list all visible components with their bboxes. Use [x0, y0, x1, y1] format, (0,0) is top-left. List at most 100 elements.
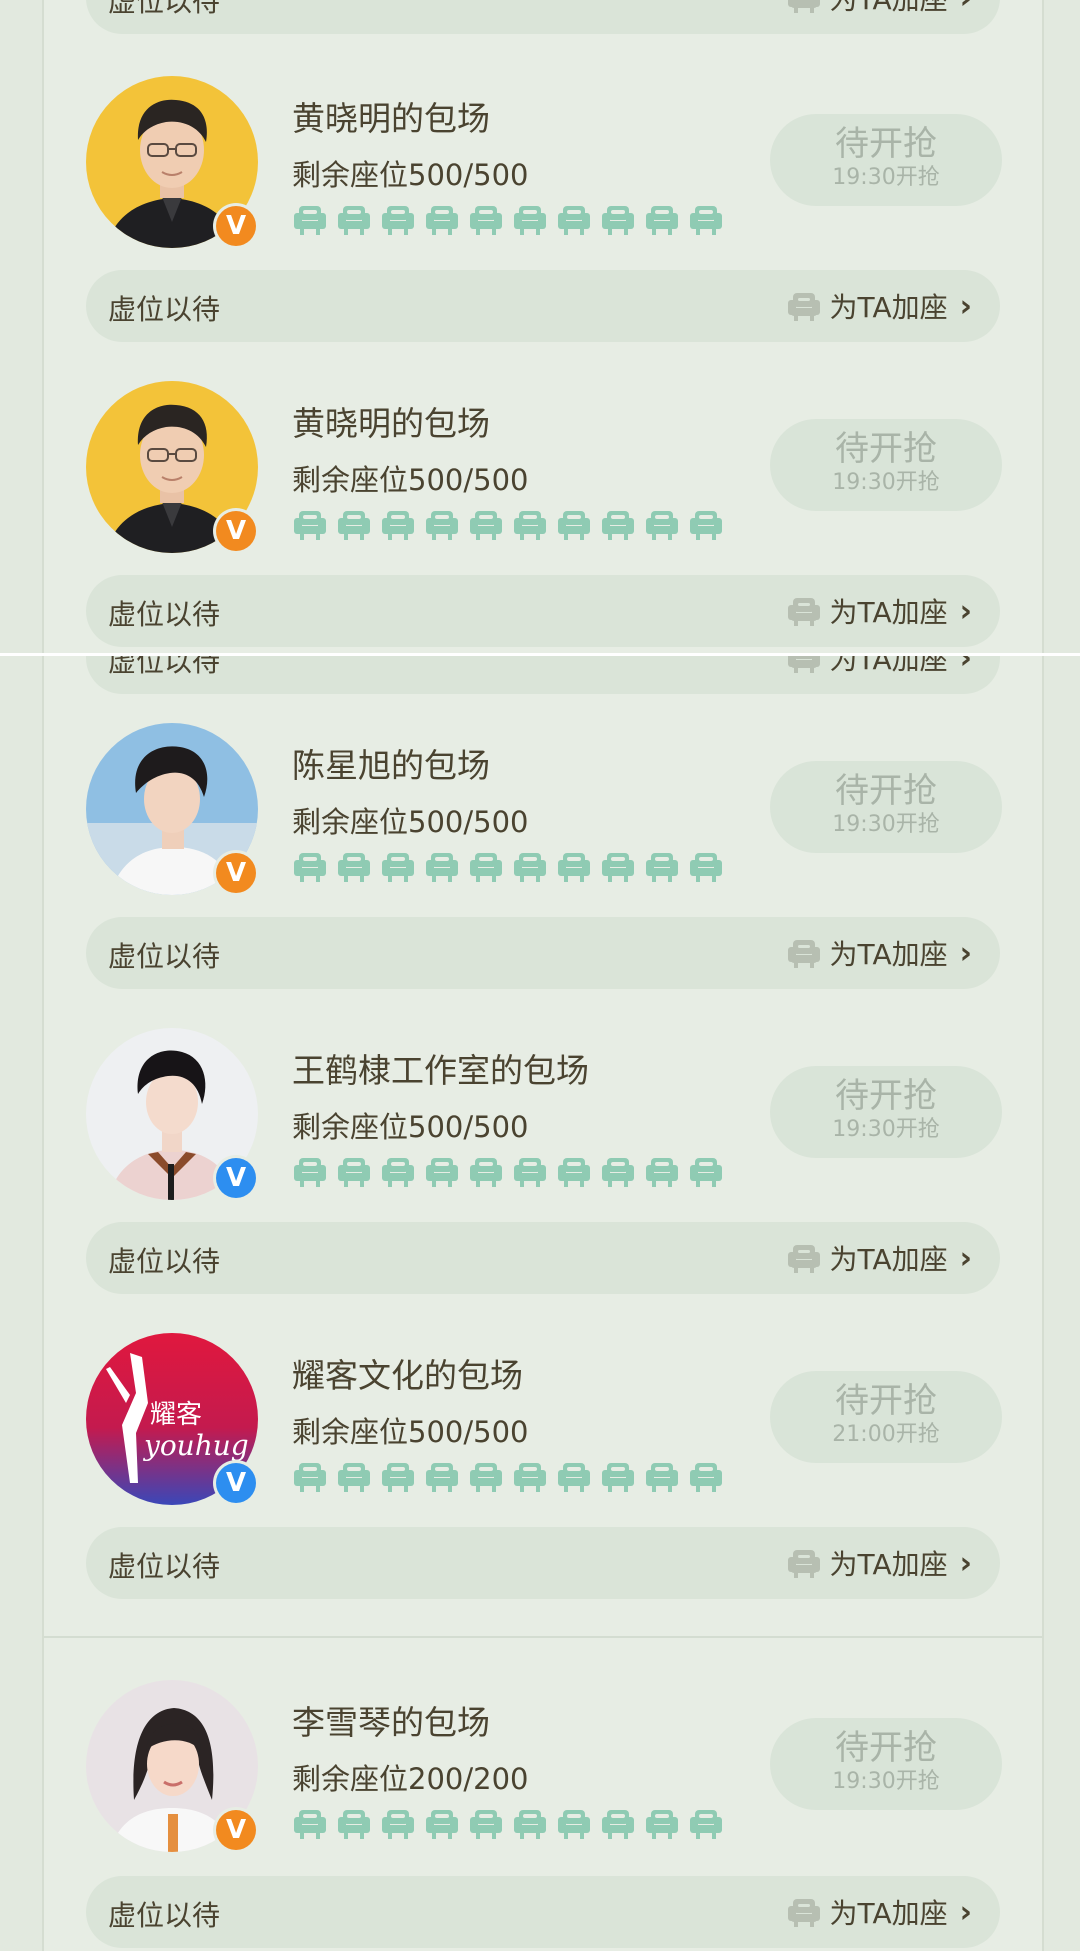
armchair-icon — [512, 1808, 548, 1840]
armchair-icon — [600, 851, 636, 883]
waiting-label: 虚位以待 — [108, 0, 221, 18]
armchair-icon — [644, 204, 680, 236]
add-seat-button[interactable]: 为TA加座 › — [786, 933, 972, 973]
armchair-icon — [292, 204, 328, 236]
armchair-icon — [644, 1461, 680, 1493]
verified-v-icon: V — [216, 1158, 256, 1198]
card-footer-strip[interactable]: 虚位以待 为TA加座 › — [86, 1222, 1000, 1294]
armchair-icon — [644, 1156, 680, 1188]
add-seat-label: 为TA加座 — [829, 1548, 948, 1581]
verified-v-icon: V — [216, 853, 256, 893]
previous-card-strip[interactable]: 虚位以待 为TA加座 › — [86, 0, 1000, 34]
armchair-icon — [688, 1156, 724, 1188]
logo-text-cn: 耀客 — [150, 1400, 202, 1430]
armchair-icon — [468, 851, 504, 883]
armchair-icon — [512, 204, 548, 236]
chevron-right-icon: › — [959, 1545, 972, 1581]
armchair-plus-icon — [786, 937, 822, 969]
chevron-right-icon: › — [959, 935, 972, 971]
armchair-plus-icon — [786, 1896, 822, 1928]
armchair-icon — [468, 1156, 504, 1188]
card-footer-strip[interactable]: 虚位以待 为TA加座 › — [86, 575, 1000, 647]
add-seat-button[interactable]: 为TA加座 › — [786, 286, 972, 326]
grab-status-button[interactable]: 待开抢 21:00开抢 — [770, 1371, 1002, 1463]
armchair-icon — [512, 1156, 548, 1188]
seat-icon-row — [292, 851, 724, 885]
armchair-icon — [688, 851, 724, 883]
armchair-icon — [600, 204, 636, 236]
grab-status-button[interactable]: 待开抢 19:30开抢 — [770, 114, 1002, 206]
status-label: 待开抢 — [835, 1381, 937, 1421]
start-time: 19:30开抢 — [832, 470, 940, 495]
armchair-plus-icon — [786, 290, 822, 322]
armchair-icon — [424, 204, 460, 236]
add-seat-label: 为TA加座 — [829, 291, 948, 324]
chevron-right-icon: › — [959, 1894, 972, 1930]
armchair-icon — [336, 1461, 372, 1493]
logo-text-en: youhug — [142, 1429, 249, 1462]
seat-icon-row — [292, 1156, 724, 1190]
grab-status-button[interactable]: 待开抢 19:30开抢 — [770, 761, 1002, 853]
add-seat-label: 为TA加座 — [829, 1243, 948, 1276]
remaining-seats: 剩余座位500/500 — [292, 158, 529, 192]
start-time: 19:30开抢 — [832, 812, 940, 837]
armchair-icon — [292, 1808, 328, 1840]
card-footer-strip[interactable]: 虚位以待 为TA加座 › — [86, 270, 1000, 342]
add-seat-button[interactable]: 为TA加座 › — [786, 656, 972, 678]
list-panel-bottom: 虚位以待 为TA加座 › V 陈星旭的包场 剩余座位500/500 待开抢 19… — [42, 656, 1044, 1951]
add-seat-label: 为TA加座 — [829, 656, 948, 676]
armchair-icon — [600, 1808, 636, 1840]
card-footer-strip[interactable]: 虚位以待 为TA加座 › — [86, 917, 1000, 989]
armchair-plus-icon — [786, 1547, 822, 1579]
add-seat-button[interactable]: 为TA加座 › — [786, 0, 972, 18]
armchair-icon — [644, 509, 680, 541]
status-label: 待开抢 — [835, 124, 937, 164]
armchair-icon — [380, 204, 416, 236]
armchair-icon — [556, 1461, 592, 1493]
add-seat-button[interactable]: 为TA加座 › — [786, 591, 972, 631]
armchair-icon — [556, 204, 592, 236]
card-footer-strip[interactable]: 虚位以待 为TA加座 › — [86, 1876, 1000, 1948]
card-title: 李雪琴的包场 — [292, 1703, 490, 1742]
cut-card-strip[interactable]: 虚位以待 为TA加座 › — [86, 656, 1000, 694]
waiting-label: 虚位以待 — [108, 1550, 221, 1583]
status-label: 待开抢 — [835, 1076, 937, 1116]
armchair-icon — [468, 509, 504, 541]
seat-icon-row — [292, 204, 724, 238]
grab-status-button[interactable]: 待开抢 19:30开抢 — [770, 1718, 1002, 1810]
remaining-seats: 剩余座位500/500 — [292, 463, 529, 497]
armchair-icon — [600, 509, 636, 541]
armchair-icon — [512, 851, 548, 883]
armchair-icon — [468, 1461, 504, 1493]
chevron-right-icon: › — [959, 1240, 972, 1276]
add-seat-button[interactable]: 为TA加座 › — [786, 1892, 972, 1932]
seat-icon-row — [292, 509, 724, 543]
armchair-icon — [644, 1808, 680, 1840]
card-title: 陈星旭的包场 — [292, 746, 490, 785]
armchair-icon — [424, 1461, 460, 1493]
card-title: 黄晓明的包场 — [292, 404, 490, 443]
grab-status-button[interactable]: 待开抢 19:30开抢 — [770, 419, 1002, 511]
add-seat-button[interactable]: 为TA加座 › — [786, 1238, 972, 1278]
armchair-plus-icon — [786, 1242, 822, 1274]
armchair-icon — [512, 509, 548, 541]
verified-v-icon: V — [216, 206, 256, 246]
waiting-label: 虚位以待 — [108, 598, 221, 631]
armchair-plus-icon — [786, 595, 822, 627]
armchair-icon — [380, 509, 416, 541]
armchair-icon — [424, 1156, 460, 1188]
add-seat-button[interactable]: 为TA加座 › — [786, 1543, 972, 1583]
remaining-seats: 剩余座位500/500 — [292, 1415, 529, 1449]
card-footer-strip[interactable]: 虚位以待 为TA加座 › — [86, 1527, 1000, 1599]
armchair-icon — [336, 204, 372, 236]
grab-status-button[interactable]: 待开抢 19:30开抢 — [770, 1066, 1002, 1158]
armchair-icon — [292, 509, 328, 541]
armchair-icon — [688, 1461, 724, 1493]
seat-icon-row — [292, 1461, 724, 1495]
armchair-icon — [424, 1808, 460, 1840]
armchair-icon — [556, 1156, 592, 1188]
section-divider — [44, 1636, 1042, 1638]
armchair-icon — [688, 1808, 724, 1840]
armchair-icon — [600, 1461, 636, 1493]
armchair-icon — [688, 204, 724, 236]
